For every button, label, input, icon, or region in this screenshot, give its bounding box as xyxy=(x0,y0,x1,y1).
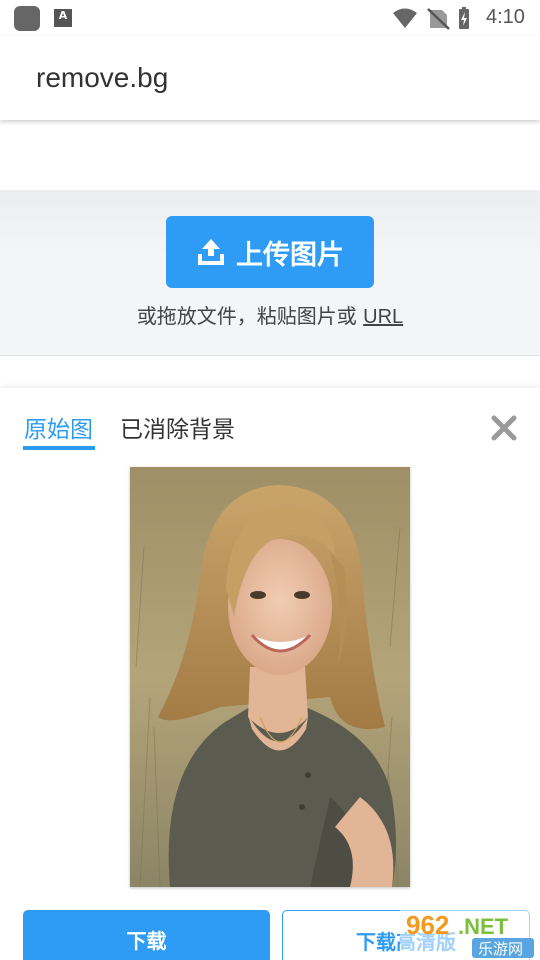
status-bar: A 4:10 xyxy=(0,0,540,36)
status-icons xyxy=(393,7,469,30)
battery-charging-icon xyxy=(459,7,469,29)
url-link[interactable]: URL xyxy=(363,306,403,328)
keyboard-a-icon: A xyxy=(54,9,72,27)
tab-background-removed[interactable]: 已消除背景 xyxy=(120,410,235,444)
site-watermark-logo: 962 .NET 乐游网 xyxy=(400,906,540,960)
app-bar: remove.bg xyxy=(0,36,540,120)
svg-text:乐游网: 乐游网 xyxy=(478,940,523,958)
portrait-image xyxy=(130,467,410,887)
close-x-icon[interactable] xyxy=(488,412,520,444)
no-sim-icon xyxy=(427,8,450,30)
app-square-icon xyxy=(14,6,40,31)
tab-original[interactable]: 原始图 xyxy=(24,410,93,444)
svg-text:962: 962 xyxy=(406,910,449,940)
upload-button-label: 上传图片 xyxy=(236,239,344,271)
result-panel: 原始图 已消除背景 下载 xyxy=(0,388,540,960)
clock-time: 4:10 xyxy=(486,6,525,28)
upload-area[interactable]: 上传图片 或拖放文件，粘贴图片或 URL xyxy=(0,190,540,356)
original-photo xyxy=(130,467,410,887)
upload-hint: 或拖放文件，粘贴图片或 URL xyxy=(0,300,540,329)
upload-image-button[interactable]: 上传图片 xyxy=(166,216,374,288)
upload-icon xyxy=(198,239,224,265)
wifi-icon xyxy=(393,8,417,28)
svg-text:.NET: .NET xyxy=(458,914,509,939)
active-tab-indicator xyxy=(23,446,95,450)
download-button[interactable]: 下载 xyxy=(23,910,270,960)
upload-hint-text: 或拖放文件，粘贴图片或 xyxy=(136,304,364,328)
app-title: remove.bg xyxy=(36,62,169,93)
